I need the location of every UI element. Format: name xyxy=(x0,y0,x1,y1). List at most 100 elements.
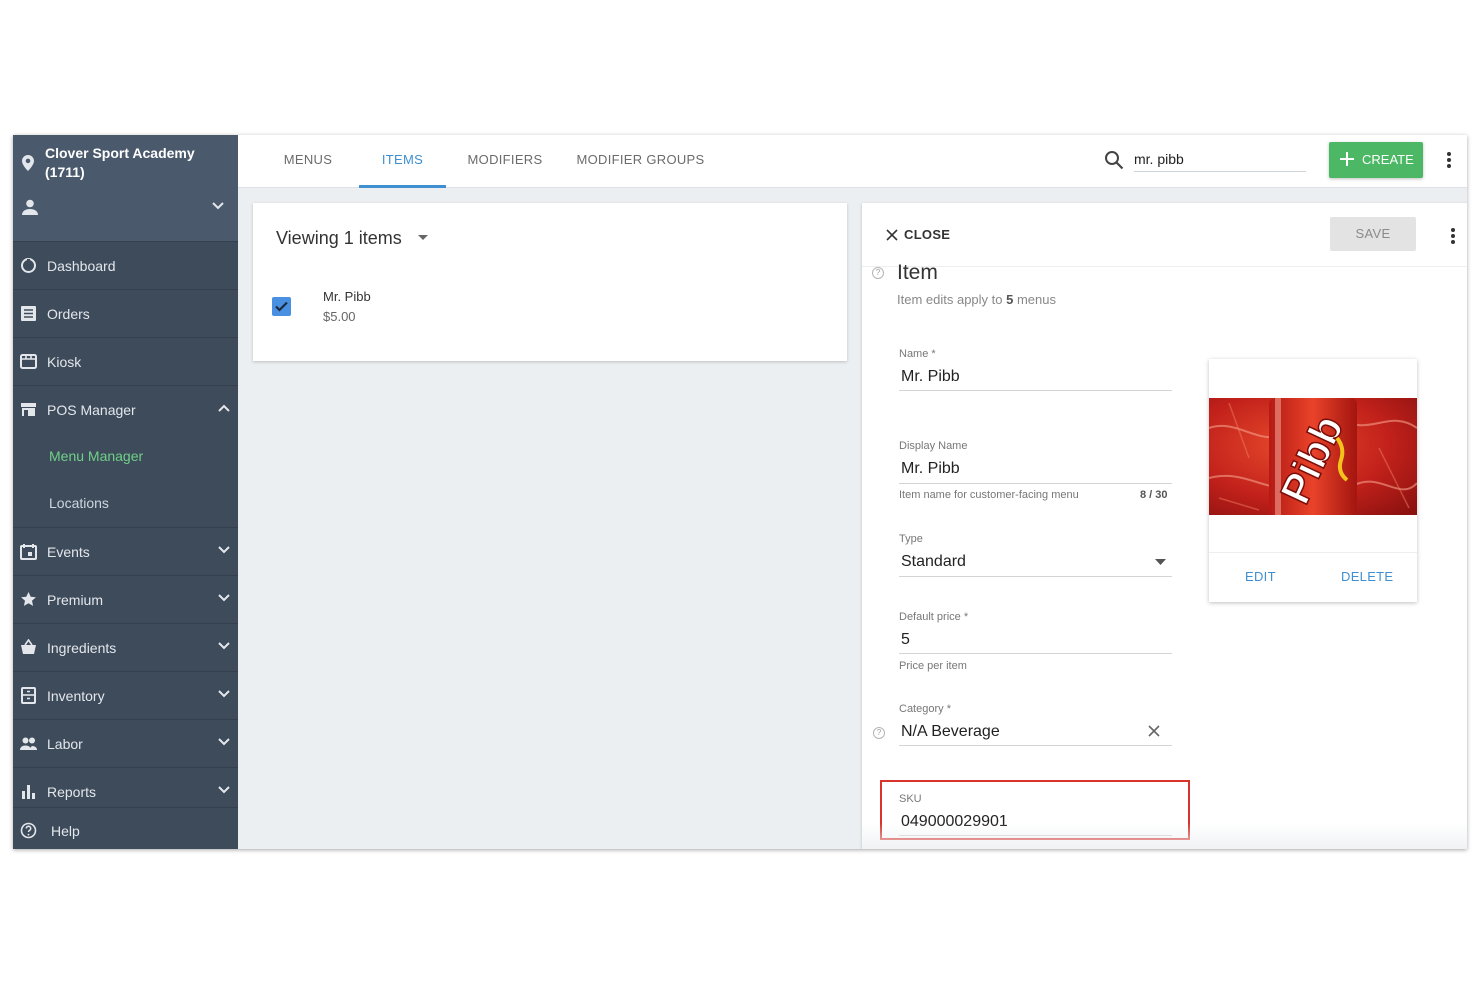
sidebar-item-events[interactable]: Events xyxy=(13,527,238,575)
plus-icon xyxy=(1340,152,1354,166)
type-select-underline xyxy=(899,576,1172,577)
section-title: Item xyxy=(897,261,938,284)
more-vert-icon[interactable] xyxy=(1450,227,1456,245)
edit-image-button[interactable]: EDIT xyxy=(1245,569,1276,584)
price-field-underline xyxy=(899,653,1172,654)
display-name-hint: Item name for customer-facing menu xyxy=(899,489,1079,501)
chevron-down-icon xyxy=(218,642,230,650)
item-image-card: Pibb EDIT DELETE xyxy=(1209,359,1417,602)
type-select[interactable]: Standard xyxy=(901,553,966,571)
sidebar-subitem-label: Locations xyxy=(49,495,109,511)
price-field-label: Default price * xyxy=(899,611,969,623)
sidebar-subitem-locations[interactable]: Locations xyxy=(13,480,238,528)
sidebar-item-label: POS Manager xyxy=(47,402,136,418)
subtitle-suffix: menus xyxy=(1013,292,1056,307)
items-list-card: Viewing 1 items Mr. Pibb $5.00 xyxy=(253,203,847,361)
delete-image-button[interactable]: DELETE xyxy=(1341,569,1393,584)
item-checkbox[interactable] xyxy=(272,297,291,316)
tab-items[interactable]: ITEMS xyxy=(359,135,446,188)
sidebar-item-label: Orders xyxy=(47,306,90,322)
sidebar-item-orders[interactable]: Orders xyxy=(13,289,238,337)
inventory-icon xyxy=(21,687,36,704)
venue-name: Clover Sport Academy (1711) xyxy=(45,145,195,180)
item-price: $5.00 xyxy=(323,309,356,324)
create-button-label: CREATE xyxy=(1362,152,1414,167)
tab-menus[interactable]: MENUS xyxy=(268,135,348,188)
detail-header: CLOSE SAVE xyxy=(862,203,1467,267)
sidebar-item-help[interactable]: Help xyxy=(13,807,238,849)
help-circle-icon[interactable]: ? xyxy=(873,727,885,739)
user-icon xyxy=(22,199,38,215)
chevron-down-icon xyxy=(218,738,230,746)
caret-down-icon[interactable] xyxy=(1155,559,1166,565)
chevron-down-icon xyxy=(218,594,230,602)
help-circle-icon[interactable]: ? xyxy=(872,267,884,279)
display-name-field[interactable]: Mr. Pibb xyxy=(901,460,960,478)
sidebar-item-label: Ingredients xyxy=(47,640,117,656)
sidebar-item-label: Premium xyxy=(47,592,104,608)
display-name-field-label: Display Name xyxy=(899,440,968,452)
help-icon xyxy=(20,822,37,839)
category-field-underline xyxy=(899,745,1172,746)
subtitle-prefix: Item edits apply to xyxy=(897,292,1007,307)
sidebar-item-kiosk[interactable]: Kiosk xyxy=(13,337,238,385)
sku-field-label: SKU xyxy=(899,793,922,805)
sidebar-item-pos-manager[interactable]: POS Manager xyxy=(13,385,238,433)
venue-header[interactable]: Clover Sport Academy (1711) xyxy=(13,135,238,241)
dashboard-icon xyxy=(21,258,36,273)
top-bar: MENUS ITEMS MODIFIERS MODIFIER GROUPS CR… xyxy=(238,135,1467,188)
section-subtitle: Item edits apply to 5 menus xyxy=(897,292,1056,307)
tab-modifier-groups[interactable]: MODIFIER GROUPS xyxy=(573,135,708,188)
chevron-down-icon xyxy=(218,786,230,794)
caret-down-icon[interactable] xyxy=(417,234,429,241)
star-icon xyxy=(21,592,36,606)
chevron-down-icon[interactable] xyxy=(212,202,224,210)
name-field-label: Name * xyxy=(899,348,936,360)
location-pin-icon xyxy=(22,155,34,171)
category-field[interactable]: N/A Beverage xyxy=(901,723,1000,741)
create-button[interactable]: CREATE xyxy=(1329,142,1423,178)
clear-icon[interactable] xyxy=(1148,725,1160,737)
display-name-char-count: 8 / 30 xyxy=(1140,489,1168,501)
chevron-up-icon xyxy=(218,404,230,412)
calendar-icon xyxy=(20,544,37,560)
item-detail-panel: CLOSE SAVE ? Item Item edits apply to 5 … xyxy=(862,203,1467,849)
image-card-divider xyxy=(1209,552,1417,553)
type-field-label: Type xyxy=(899,533,923,545)
sidebar-item-ingredients[interactable]: Ingredients xyxy=(13,623,238,671)
price-field[interactable]: 5 xyxy=(901,631,910,649)
name-field-underline xyxy=(899,390,1172,391)
viewing-count-dropdown[interactable]: Viewing 1 items xyxy=(276,228,402,249)
sidebar-item-label: Reports xyxy=(47,784,97,800)
kiosk-icon xyxy=(20,354,37,369)
sidebar-item-label: Labor xyxy=(47,736,83,752)
search-input[interactable] xyxy=(1134,146,1306,172)
close-icon[interactable] xyxy=(886,229,898,241)
save-button[interactable]: SAVE xyxy=(1330,217,1416,251)
sidebar-item-dashboard[interactable]: Dashboard xyxy=(13,241,238,289)
name-field[interactable]: Mr. Pibb xyxy=(901,368,960,386)
basket-icon xyxy=(21,639,36,654)
sidebar-item-label: Dashboard xyxy=(47,258,116,274)
tab-modifiers[interactable]: MODIFIERS xyxy=(460,135,550,188)
sidebar-item-premium[interactable]: Premium xyxy=(13,575,238,623)
sidebar-item-inventory[interactable]: Inventory xyxy=(13,671,238,719)
chevron-down-icon xyxy=(218,546,230,554)
store-icon xyxy=(21,403,36,416)
check-icon xyxy=(275,301,288,312)
sidebar-item-label: Kiosk xyxy=(47,354,82,370)
item-name[interactable]: Mr. Pibb xyxy=(323,289,371,304)
sidebar-item-labor[interactable]: Labor xyxy=(13,719,238,767)
people-icon xyxy=(20,737,37,750)
more-vert-icon[interactable] xyxy=(1446,151,1452,169)
sidebar-subitem-menu-manager[interactable]: Menu Manager xyxy=(13,433,238,481)
sidebar-item-label: Events xyxy=(47,544,90,560)
sidebar-item-label: Inventory xyxy=(47,688,105,704)
search-icon[interactable] xyxy=(1104,150,1124,170)
bar-chart-icon xyxy=(22,785,35,799)
sidebar: Clover Sport Academy (1711) Dashboard Or… xyxy=(13,135,238,849)
orders-icon xyxy=(21,306,36,321)
close-button[interactable]: CLOSE xyxy=(904,227,950,242)
scroll-fade xyxy=(862,823,1467,849)
pibb-can-image: Pibb xyxy=(1209,398,1417,515)
